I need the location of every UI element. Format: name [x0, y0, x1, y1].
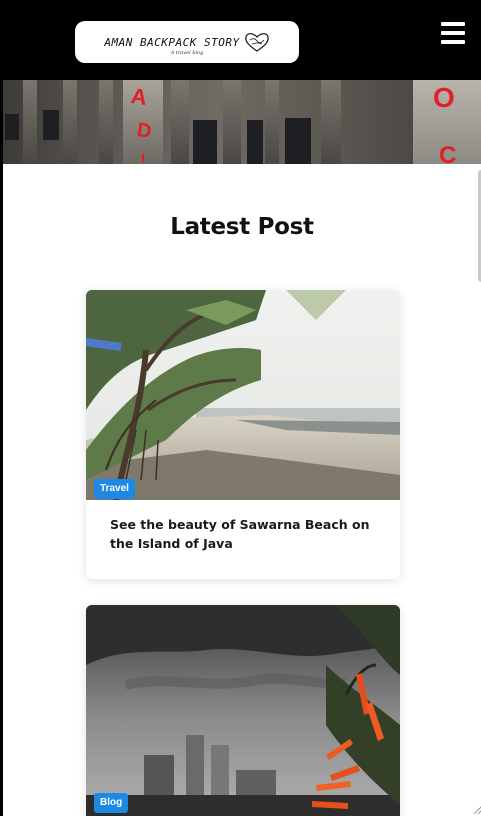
hero-banner-image: A D I O C [3, 80, 481, 164]
section-title: Latest Post [170, 214, 314, 240]
city-flowers-image [86, 605, 400, 816]
hamburger-menu-icon[interactable] [441, 22, 465, 44]
site-logo[interactable]: AMAN BACKPACK STORY A travel blog [75, 21, 299, 63]
beach-image [86, 290, 400, 500]
resize-grip-icon[interactable] [471, 803, 481, 815]
category-badge[interactable]: Travel [94, 479, 135, 499]
post-card[interactable]: Travel See the beauty of Sawarna Beach o… [86, 290, 400, 579]
post-thumbnail[interactable]: Travel [86, 290, 400, 500]
post-thumbnail[interactable]: Blog [86, 605, 400, 816]
site-header: AMAN BACKPACK STORY A travel blog [3, 0, 481, 80]
page: AMAN BACKPACK STORY A travel blog A D I [3, 0, 481, 816]
category-badge[interactable]: Blog [94, 793, 129, 813]
logo-text: AMAN BACKPACK STORY [104, 35, 240, 49]
logo-tagline: A travel blog [170, 50, 204, 56]
post-title[interactable]: See the beauty of Sawarna Beach on the I… [86, 500, 400, 579]
post-card[interactable]: Blog [86, 605, 400, 816]
